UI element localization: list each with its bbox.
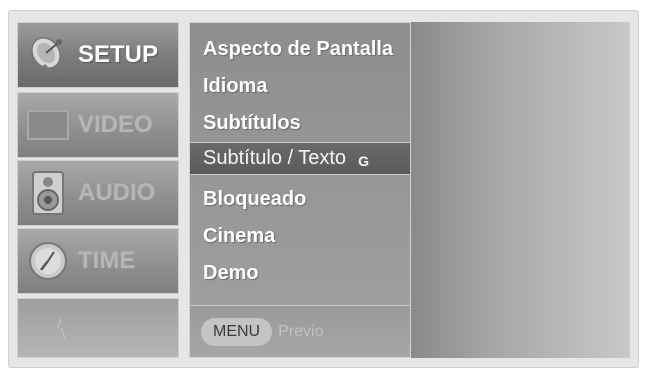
category-column-footer: [17, 298, 179, 358]
menu-button[interactable]: MENU: [201, 317, 273, 346]
category-time[interactable]: TIME: [17, 228, 179, 294]
preview-panel: [411, 22, 630, 358]
menu-item-selected[interactable]: Subtítulo / Texto G: [190, 142, 410, 175]
menu-item-label: Idioma: [203, 75, 268, 97]
speaker-icon: [18, 165, 78, 221]
screen-icon: [18, 97, 78, 153]
menu-item-label: Bloqueado: [203, 188, 307, 210]
menu-item-label: Cinema: [203, 225, 276, 247]
menu-item-label: Subtítulo / Texto: [203, 147, 347, 169]
menu-item-label: Aspecto de Pantalla: [203, 38, 394, 60]
menu-item[interactable]: Bloqueado: [190, 181, 410, 218]
menu-item-badge: G: [358, 152, 369, 169]
satellite-dish-icon: [18, 27, 78, 83]
menu-item[interactable]: Idioma: [190, 68, 410, 105]
category-label: AUDIO: [78, 179, 156, 206]
previous-hint: Previo: [278, 322, 324, 340]
clock-icon: [18, 233, 78, 289]
menu-item[interactable]: Aspecto de Pantalla: [190, 31, 410, 68]
category-label: SETUP: [78, 41, 159, 68]
menu-item[interactable]: Cinema: [190, 218, 410, 255]
setup-menu: Aspecto de Pantalla Idioma Subtítulos Su…: [189, 22, 411, 358]
menu-item[interactable]: Demo: [190, 255, 410, 292]
category-label: VIDEO: [78, 111, 153, 138]
category-audio[interactable]: AUDIO: [17, 160, 179, 226]
menu-item-label: Subtítulos: [203, 112, 301, 134]
scroll-indicator-icon: [57, 317, 66, 339]
menu-item-label: Demo: [203, 262, 259, 284]
category-setup[interactable]: SETUP: [17, 22, 179, 88]
category-video[interactable]: VIDEO: [17, 92, 179, 158]
category-label: TIME: [78, 247, 136, 274]
menu-footer: MENU Previo: [190, 305, 410, 357]
menu-item[interactable]: Subtítulos: [190, 105, 410, 142]
category-column: SETUP VIDEO AUDIO TIME: [17, 22, 179, 358]
